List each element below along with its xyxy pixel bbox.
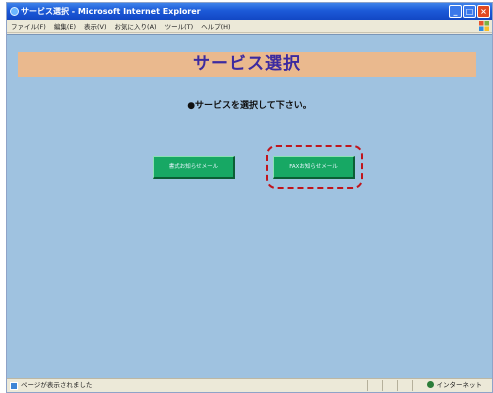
browser-window: サービス選択 - Microsoft Internet Explorer _ □…: [6, 2, 493, 393]
menu-tools[interactable]: ツール(T): [165, 21, 194, 31]
menu-bar: ファイル(F) 編集(E) 表示(V) お気に入り(A) ツール(T) ヘルプ(…: [7, 20, 492, 33]
status-divider: [382, 380, 383, 391]
close-button[interactable]: ×: [477, 5, 490, 18]
ie-icon: [10, 7, 19, 16]
window-title: サービス選択 - Microsoft Internet Explorer: [21, 7, 201, 16]
page-content: サービス選択 ●サービスを選択して下さい。 書式お知らせメール FAXお知らせメ…: [7, 34, 492, 379]
menu-edit[interactable]: 編集(E): [54, 21, 76, 31]
status-text: ページが表示されました: [21, 381, 93, 389]
page-icon: [10, 382, 18, 390]
mail-notice-button[interactable]: 書式お知らせメール: [153, 156, 235, 179]
fax-notice-button[interactable]: FAXお知らせメール: [273, 156, 355, 179]
status-divider: [397, 380, 398, 391]
globe-icon: [426, 381, 434, 388]
menu-help[interactable]: ヘルプ(H): [201, 21, 230, 31]
minimize-button[interactable]: _: [449, 5, 462, 18]
maximize-button[interactable]: □: [463, 5, 476, 18]
page-title: サービス選択: [18, 52, 476, 77]
title-bar[interactable]: サービス選択 - Microsoft Internet Explorer _ □…: [7, 3, 492, 20]
menu-file[interactable]: ファイル(F): [11, 21, 46, 31]
status-bar: ページが表示されました インターネット: [7, 378, 492, 392]
menu-view[interactable]: 表示(V): [84, 21, 107, 31]
windows-logo-icon: [479, 21, 489, 31]
status-divider: [367, 380, 368, 391]
menu-favorites[interactable]: お気に入り(A): [115, 21, 157, 31]
window-controls: _ □ ×: [449, 5, 490, 18]
status-divider: [412, 380, 413, 391]
zone-label: インターネット: [436, 381, 483, 389]
instruction-text: ●サービスを選択して下さい。: [187, 101, 312, 111]
security-zone: インターネット: [426, 379, 483, 392]
